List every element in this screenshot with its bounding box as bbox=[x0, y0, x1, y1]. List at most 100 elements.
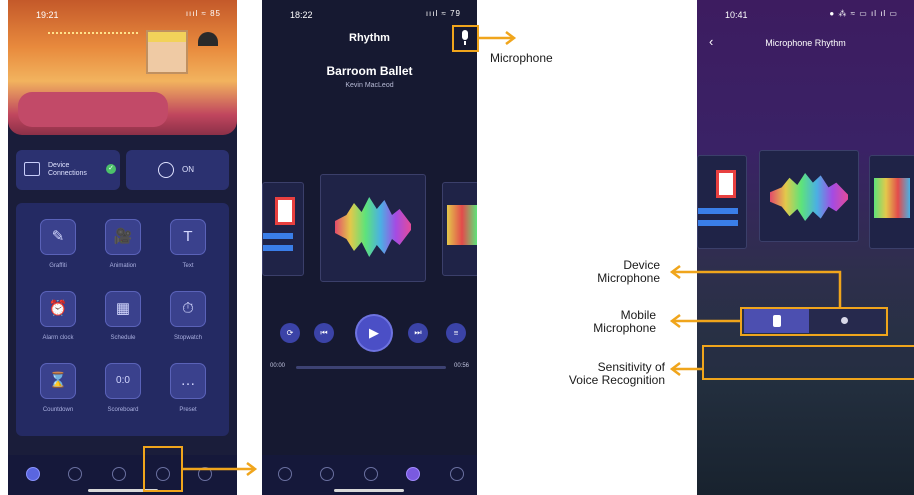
feature-graffiti[interactable]: ✎ Graffiti bbox=[28, 219, 88, 269]
feature-text[interactable]: T Text bbox=[158, 219, 218, 269]
previous-icon: ⏮ bbox=[320, 328, 328, 337]
time-elapsed: 00:00 bbox=[270, 363, 286, 369]
play-icon: ▶ bbox=[369, 325, 379, 340]
previous-button[interactable]: ⏮ bbox=[314, 323, 334, 343]
waveform-visual bbox=[770, 173, 848, 221]
next-icon: ⏭ bbox=[414, 328, 422, 337]
alarm-clock-icon: ⏰ bbox=[40, 291, 76, 327]
feature-alarm-clock[interactable]: ⏰ Alarm clock bbox=[28, 291, 88, 341]
playlist-button[interactable]: ≡ bbox=[446, 323, 466, 343]
tab-cloud-icon[interactable] bbox=[364, 467, 378, 481]
status-icons: ıııl ≈ 79 bbox=[425, 9, 461, 18]
playlist-icon: ≡ bbox=[453, 328, 459, 338]
feature-label: Alarm clock bbox=[42, 335, 74, 341]
tab-effects-icon[interactable] bbox=[68, 467, 82, 481]
time-total: 00:56 bbox=[454, 363, 470, 369]
home-indicator bbox=[334, 489, 404, 492]
repeat-icon: ⟳ bbox=[286, 328, 294, 338]
status-bar: 19:21 ıııl ≈ 85 bbox=[8, 8, 237, 22]
status-bar: 18:22 ıııl ≈ 79 bbox=[262, 8, 477, 22]
connected-check-icon: ✓ bbox=[106, 164, 116, 174]
rhythm-effect-card-left[interactable] bbox=[697, 155, 747, 249]
feature-label: Stopwatch bbox=[173, 335, 203, 341]
tab-cloud-icon[interactable] bbox=[112, 467, 126, 481]
device-icon bbox=[24, 162, 40, 176]
next-button[interactable]: ⏭ bbox=[408, 323, 428, 343]
power-on-button[interactable]: ON bbox=[126, 150, 229, 190]
arrow-to-rhythm-icon bbox=[183, 462, 258, 476]
feature-label: Animation bbox=[109, 263, 137, 269]
phone-rhythm-screen: 18:22 ıııl ≈ 79 Rhythm Barroom Ballet Ke… bbox=[262, 0, 477, 495]
tab-home-icon[interactable] bbox=[278, 467, 292, 481]
status-icons: ıııl ≈ 85 bbox=[185, 9, 221, 18]
status-time: 19:21 bbox=[36, 10, 59, 20]
feature-stopwatch[interactable]: ⏱ Stopwatch bbox=[158, 291, 218, 341]
tab-effects-icon[interactable] bbox=[320, 467, 334, 481]
power-on-label: ON bbox=[182, 165, 194, 174]
arrow-device-microphone bbox=[669, 265, 842, 308]
waveform-visual bbox=[335, 197, 411, 257]
preset-icon: … bbox=[170, 363, 206, 399]
feature-label: Preset bbox=[179, 407, 197, 413]
feature-scoreboard[interactable]: 0:0 Scoreboard bbox=[93, 363, 153, 413]
annotation-mobile-microphone: Mobile Microphone bbox=[593, 308, 656, 335]
tab-home-icon[interactable] bbox=[26, 467, 40, 481]
status-icons: ● ⁂ ≈ ▭ ıl ıl ▭ bbox=[829, 9, 898, 18]
feature-countdown[interactable]: ⌛ Countdown bbox=[28, 363, 88, 413]
feature-label: Text bbox=[182, 263, 194, 269]
animation-icon: 🎥 bbox=[105, 219, 141, 255]
status-time: 18:22 bbox=[290, 10, 313, 20]
feature-label: Countdown bbox=[42, 407, 74, 413]
string-lights bbox=[48, 32, 138, 74]
feature-animation[interactable]: 🎥 Animation bbox=[93, 219, 153, 269]
repeat-button[interactable]: ⟳ bbox=[280, 323, 300, 343]
feature-label: Scoreboard bbox=[107, 407, 139, 413]
artist-name: Kevin MacLeod bbox=[345, 82, 394, 89]
tab-rhythm-icon[interactable] bbox=[406, 467, 420, 481]
highlight-mic-selector bbox=[740, 307, 888, 336]
tab-settings-icon[interactable] bbox=[450, 467, 464, 481]
pixel-display-image bbox=[146, 30, 188, 74]
feature-label: Graffiti bbox=[49, 263, 67, 269]
graffiti-icon: ✎ bbox=[40, 219, 76, 255]
waveform-visual bbox=[447, 205, 477, 245]
rhythm-effect-card-left[interactable] bbox=[262, 182, 304, 276]
arrow-mobile-microphone bbox=[669, 314, 742, 328]
phone-home-screen: 19:21 ıııl ≈ 85 Device Connections ✓ ON … bbox=[8, 0, 237, 495]
page-title: Microphone Rhythm bbox=[765, 38, 846, 48]
feature-grid: ✎ Graffiti 🎥 Animation T Text ⏰ Alarm clock … bbox=[16, 203, 229, 436]
annotation-microphone: Microphone bbox=[490, 51, 553, 65]
arrow-to-microphone bbox=[479, 31, 517, 45]
lamp-image bbox=[198, 32, 218, 46]
schedule-icon: ▦ bbox=[105, 291, 141, 327]
status-time: 10:41 bbox=[725, 10, 748, 20]
device-connections-button[interactable]: Device Connections ✓ bbox=[16, 150, 120, 190]
text-icon: T bbox=[170, 219, 206, 255]
highlight-rhythm-tab bbox=[143, 446, 183, 492]
song-title: Barroom Ballet bbox=[326, 64, 413, 78]
rhythm-effect-card-right[interactable] bbox=[442, 182, 477, 276]
effect-bar bbox=[263, 233, 293, 239]
device-connections-label: Device Connections bbox=[48, 162, 87, 177]
sofa-image bbox=[18, 92, 168, 127]
microphone-icon[interactable] bbox=[460, 30, 470, 46]
arrow-sensitivity bbox=[669, 362, 704, 376]
feature-schedule[interactable]: ▦ Schedule bbox=[93, 291, 153, 341]
progress-bar[interactable] bbox=[296, 366, 446, 369]
rhythm-effect-card-selected[interactable] bbox=[320, 174, 426, 282]
feature-preset[interactable]: … Preset bbox=[158, 363, 218, 413]
countdown-icon: ⌛ bbox=[40, 363, 76, 399]
waveform-visual bbox=[874, 178, 910, 218]
highlight-sensitivity bbox=[702, 345, 914, 380]
scoreboard-icon: 0:0 bbox=[105, 363, 141, 399]
page-title: Rhythm bbox=[349, 32, 390, 44]
rhythm-effect-card-right[interactable] bbox=[869, 155, 914, 249]
bottom-tab-bar bbox=[262, 455, 477, 495]
status-bar: 10:41 ● ⁂ ≈ ▭ ıl ıl ▭ bbox=[697, 8, 914, 22]
effect-bar bbox=[698, 208, 738, 214]
rhythm-effect-card-selected[interactable] bbox=[759, 150, 859, 242]
feature-label: Schedule bbox=[110, 335, 136, 341]
power-icon bbox=[158, 162, 174, 178]
annotation-sensitivity: Sensitivity of Voice Recognition bbox=[568, 360, 665, 387]
play-button[interactable]: ▶ bbox=[357, 316, 391, 350]
